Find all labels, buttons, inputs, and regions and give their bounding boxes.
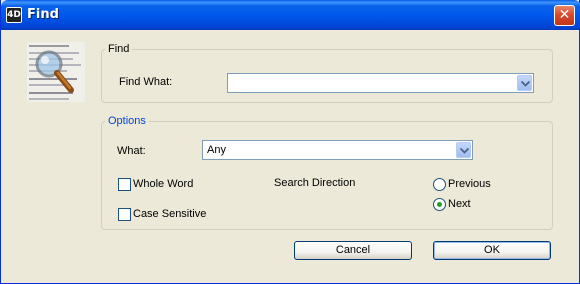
- options-group-legend: Options: [105, 115, 149, 127]
- app-4d-icon: 4D: [6, 7, 22, 23]
- case-sensitive-checkbox[interactable]: [118, 208, 131, 221]
- chevron-down-icon[interactable]: [517, 75, 532, 91]
- close-icon: ✕: [558, 7, 571, 23]
- what-value[interactable]: Any: [207, 144, 226, 156]
- chevron-down-icon[interactable]: [456, 142, 471, 158]
- find-dialog: 4D Find ✕ Find Find What: Options What: …: [0, 0, 580, 284]
- case-sensitive-label[interactable]: Case Sensitive: [133, 208, 206, 220]
- next-radio[interactable]: [433, 198, 446, 211]
- next-radio-label[interactable]: Next: [448, 198, 471, 210]
- radio-selected-dot: [437, 202, 442, 207]
- cancel-button[interactable]: Cancel: [294, 241, 412, 260]
- title-bar[interactable]: 4D Find ✕: [1, 0, 580, 30]
- whole-word-label[interactable]: Whole Word: [133, 178, 193, 190]
- close-button[interactable]: ✕: [554, 5, 575, 26]
- what-combobox[interactable]: Any: [202, 140, 473, 160]
- find-what-combobox[interactable]: [227, 73, 534, 93]
- magnifier-document-icon: [23, 40, 89, 140]
- ok-button[interactable]: OK: [433, 241, 551, 260]
- find-what-label: Find What:: [119, 76, 173, 88]
- window-title: Find: [27, 7, 59, 22]
- previous-radio[interactable]: [433, 178, 446, 191]
- find-group-legend: Find: [105, 43, 133, 55]
- what-label: What:: [117, 145, 146, 157]
- search-direction-label: Search Direction: [274, 177, 356, 189]
- previous-radio-label[interactable]: Previous: [448, 178, 491, 190]
- whole-word-checkbox[interactable]: [118, 178, 131, 191]
